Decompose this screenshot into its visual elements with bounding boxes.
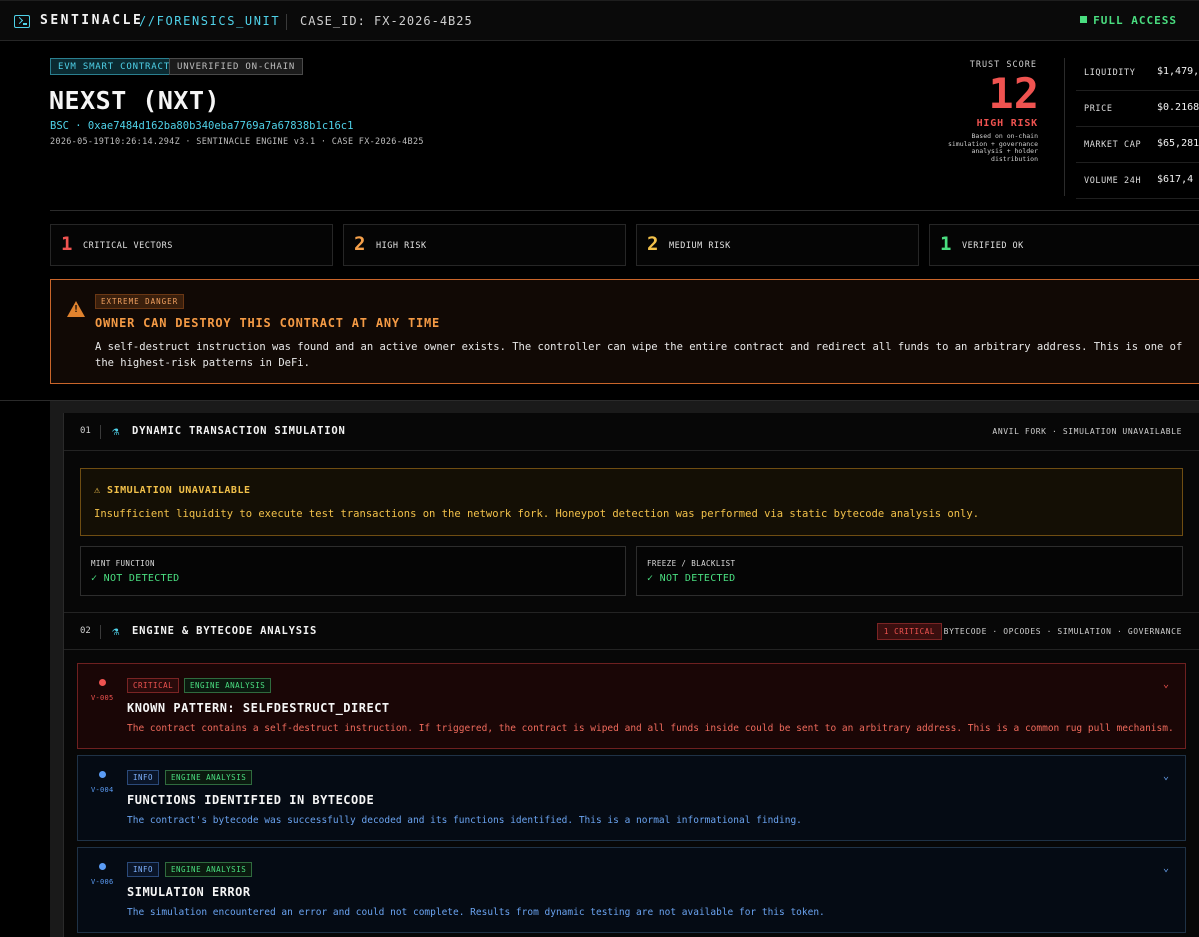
panel-top-strip: [63, 401, 1199, 413]
metric-label: VOLUME 24H: [1084, 176, 1142, 186]
finding-card-info[interactable]: V-006 INFO ENGINE ANALYSIS SIMULATION ER…: [77, 847, 1186, 933]
critical-count-badge: 1 CRITICAL: [876, 623, 942, 640]
section-number: 01: [80, 426, 91, 436]
status-square-icon: [1080, 16, 1088, 23]
metric-label: LIQUIDITY: [1084, 68, 1136, 78]
trust-score-value: 12: [988, 69, 1039, 118]
divider: [50, 210, 1199, 211]
finding-id: V-004: [91, 786, 114, 794]
source-badge: ENGINE ANALYSIS: [165, 862, 253, 877]
finding-id: V-006: [91, 878, 114, 886]
finding-title: KNOWN PATTERN: SELFDESTRUCT_DIRECT: [127, 701, 390, 715]
case-id: CASE_ID: FX-2026-4B25: [300, 14, 473, 28]
left-rail: [50, 401, 63, 937]
trust-score-note: Based on on-chain simulation + governanc…: [947, 132, 1038, 164]
access-status: FULL ACCESS: [1080, 14, 1177, 27]
source-badge: ENGINE ANALYSIS: [165, 770, 253, 785]
stat-count: 1: [940, 233, 952, 255]
metric-value: $1,479,8: [1157, 66, 1199, 77]
section-header-engine[interactable]: 02 ⚗ ENGINE & BYTECODE ANALYSIS 1 CRITIC…: [64, 612, 1199, 650]
divider: [286, 14, 287, 30]
check-mint-function: MINT FUNCTION ✓ NOT DETECTED: [80, 546, 626, 596]
chevron-down-icon[interactable]: ⌄: [1163, 771, 1169, 782]
finding-description: The contract's bytecode was successfully…: [127, 815, 802, 826]
check-label: MINT FUNCTION: [91, 559, 155, 568]
finding-description: The contract contains a self-destruct in…: [127, 723, 1174, 734]
severity-badge: CRITICAL: [127, 678, 180, 693]
verification-tag: UNVERIFIED ON-CHAIN: [169, 58, 304, 75]
access-label: FULL ACCESS: [1093, 14, 1177, 27]
chain-type-tag: EVM SMART CONTRACT: [50, 58, 178, 75]
severity-dot: [99, 771, 106, 778]
stat-verified-ok: 1 VERIFIED OK: [929, 224, 1199, 266]
check-value: ✓ NOT DETECTED: [647, 573, 736, 584]
stat-count: 1: [61, 233, 73, 255]
contract-address-link[interactable]: BSC · 0xae7484d162ba80b340eba7769a7a6783…: [50, 120, 353, 132]
market-metrics: LIQUIDITY $1,479,8 PRICE $0.2168 MARKET CA…: [1076, 55, 1199, 199]
metric-label: MARKET CAP: [1084, 140, 1142, 150]
flask-icon: ⚗: [112, 624, 120, 638]
metric-price: PRICE $0.2168: [1076, 91, 1199, 127]
metric-value: $0.2168: [1157, 102, 1199, 113]
finding-id: V-005: [91, 694, 114, 702]
warning-icon: [67, 301, 85, 317]
stat-label: VERIFIED OK: [962, 241, 1024, 251]
source-badge: ENGINE ANALYSIS: [184, 678, 272, 693]
check-freeze-blacklist: FREEZE / BLACKLIST ✓ NOT DETECTED: [636, 546, 1183, 596]
simulation-warning: ⚠ SIMULATION UNAVAILABLE Insufficient li…: [80, 468, 1183, 536]
danger-alert: EXTREME DANGER OWNER CAN DESTROY THIS CO…: [50, 279, 1199, 384]
stat-count: 2: [354, 233, 366, 255]
finding-title: SIMULATION ERROR: [127, 885, 251, 899]
brand-name: SENTINACLE: [40, 13, 144, 28]
metric-volume-24h: VOLUME 24H $617,4: [1076, 163, 1199, 199]
divider: [100, 425, 101, 439]
chevron-down-icon[interactable]: ⌄: [1163, 679, 1169, 690]
alert-title: OWNER CAN DESTROY THIS CONTRACT AT ANY T…: [95, 316, 441, 330]
flask-icon: ⚗: [112, 424, 120, 438]
danger-badge: EXTREME DANGER: [95, 294, 185, 309]
alert-body: A self-destruct instruction was found an…: [95, 341, 1183, 369]
report-meta: 2026-05-19T10:26:14.294Z · SENTINACLE EN…: [50, 137, 424, 147]
severity-dot: [99, 863, 106, 870]
stat-medium-risk: 2 MEDIUM RISK: [636, 224, 919, 266]
metric-value: $65,281,6: [1157, 138, 1199, 149]
metric-liquidity: LIQUIDITY $1,479,8: [1076, 55, 1199, 91]
stat-label: HIGH RISK: [376, 241, 427, 251]
trust-risk-level: HIGH RISK: [976, 118, 1038, 129]
severity-dot: [99, 679, 106, 686]
section-status: BYTECODE · OPCODES · SIMULATION · GOVERN…: [943, 627, 1182, 636]
section-header-simulation[interactable]: 01 ⚗ DYNAMIC TRANSACTION SIMULATION ANVI…: [64, 413, 1199, 451]
severity-badge: INFO: [127, 770, 160, 785]
stat-label: CRITICAL VECTORS: [83, 241, 173, 251]
section-title: ENGINE & BYTECODE ANALYSIS: [132, 625, 318, 637]
divider: [1064, 58, 1065, 196]
finding-card-critical[interactable]: V-005 CRITICAL ENGINE ANALYSIS KNOWN PAT…: [77, 663, 1186, 749]
metric-market-cap: MARKET CAP $65,281,6: [1076, 127, 1199, 163]
metric-value: $617,4: [1157, 174, 1194, 185]
stat-high-risk: 2 HIGH RISK: [343, 224, 626, 266]
token-name: NEXST (NXT): [49, 86, 221, 115]
finding-title: FUNCTIONS IDENTIFIED IN BYTECODE: [127, 793, 375, 807]
stat-count: 2: [647, 233, 659, 255]
brand-subtitle: //FORENSICS_UNIT: [139, 14, 281, 28]
chevron-down-icon[interactable]: ⌄: [1163, 863, 1169, 874]
top-bar: SENTINACLE //FORENSICS_UNIT CASE_ID: FX-…: [0, 0, 1199, 41]
simulation-warning-label: SIMULATION UNAVAILABLE: [107, 485, 251, 496]
simulation-warning-title: ⚠ SIMULATION UNAVAILABLE: [94, 485, 251, 496]
section-status: ANVIL FORK · SIMULATION UNAVAILABLE: [992, 427, 1182, 436]
severity-badge: INFO: [127, 862, 160, 877]
finding-description: The simulation encountered an error and …: [127, 907, 825, 918]
stat-label: MEDIUM RISK: [669, 241, 731, 251]
metric-label: PRICE: [1084, 104, 1113, 114]
divider: [100, 625, 101, 639]
simulation-warning-body: Insufficient liquidity to execute test t…: [94, 508, 980, 520]
check-label: FREEZE / BLACKLIST: [647, 559, 736, 568]
section-number: 02: [80, 626, 91, 636]
terminal-icon: [14, 15, 30, 28]
warning-icon: ⚠: [94, 485, 108, 496]
finding-card-info[interactable]: V-004 INFO ENGINE ANALYSIS FUNCTIONS IDE…: [77, 755, 1186, 841]
stat-critical-vectors: 1 CRITICAL VECTORS: [50, 224, 333, 266]
check-value: ✓ NOT DETECTED: [91, 573, 180, 584]
section-title: DYNAMIC TRANSACTION SIMULATION: [132, 425, 346, 437]
